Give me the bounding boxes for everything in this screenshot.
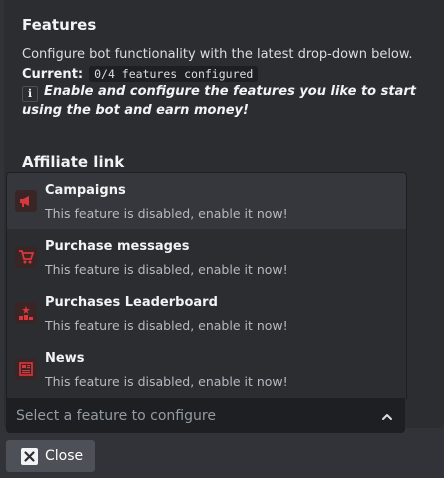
close-button[interactable]: Close: [6, 440, 95, 472]
current-label: Current:: [22, 66, 84, 82]
select-placeholder: Select a feature to configure: [16, 408, 216, 424]
option-label: Purchases Leaderboard: [45, 295, 218, 310]
section-title-affiliate: Affiliate link: [22, 153, 125, 171]
current-status: Current: 0/4 features configured: [22, 66, 259, 82]
option-label: Purchase messages: [45, 239, 190, 254]
option-description: This feature is disabled, enable it now!: [45, 262, 288, 277]
option-description: This feature is disabled, enable it now!: [45, 374, 288, 389]
feature-select[interactable]: Select a feature to configure: [6, 398, 405, 433]
note-text: Enable and configure the features you li…: [22, 84, 416, 118]
megaphone-icon: [15, 190, 37, 212]
option-purchase-messages[interactable]: Purchase messages This feature is disabl…: [7, 229, 406, 285]
option-description: This feature is disabled, enable it now!: [45, 206, 288, 221]
cart-icon: [15, 246, 37, 268]
option-label: Campaigns: [45, 183, 126, 198]
embed-note: ℹ Enable and configure the features you l…: [22, 83, 427, 120]
option-label: News: [45, 351, 85, 366]
feature-dropdown-menu: Campaigns This feature is disabled, enab…: [6, 172, 407, 399]
embed-description: Configure bot functionality with the lat…: [22, 47, 413, 62]
close-button-label: Close: [45, 448, 84, 464]
option-description: This feature is disabled, enable it now!: [45, 318, 288, 333]
current-value: 0/4 features configured: [89, 66, 259, 82]
info-icon: ℹ: [22, 86, 38, 102]
option-purchases-leaderboard[interactable]: Purchases Leaderboard This feature is di…: [7, 285, 406, 341]
newspaper-icon: [15, 358, 37, 380]
close-icon: [21, 447, 38, 465]
option-news[interactable]: News This feature is disabled, enable it…: [7, 341, 406, 397]
podium-icon: [15, 302, 37, 324]
chevron-up-icon: [382, 414, 392, 420]
option-campaigns[interactable]: Campaigns This feature is disabled, enab…: [7, 173, 406, 229]
embed-title: Features: [22, 16, 97, 34]
